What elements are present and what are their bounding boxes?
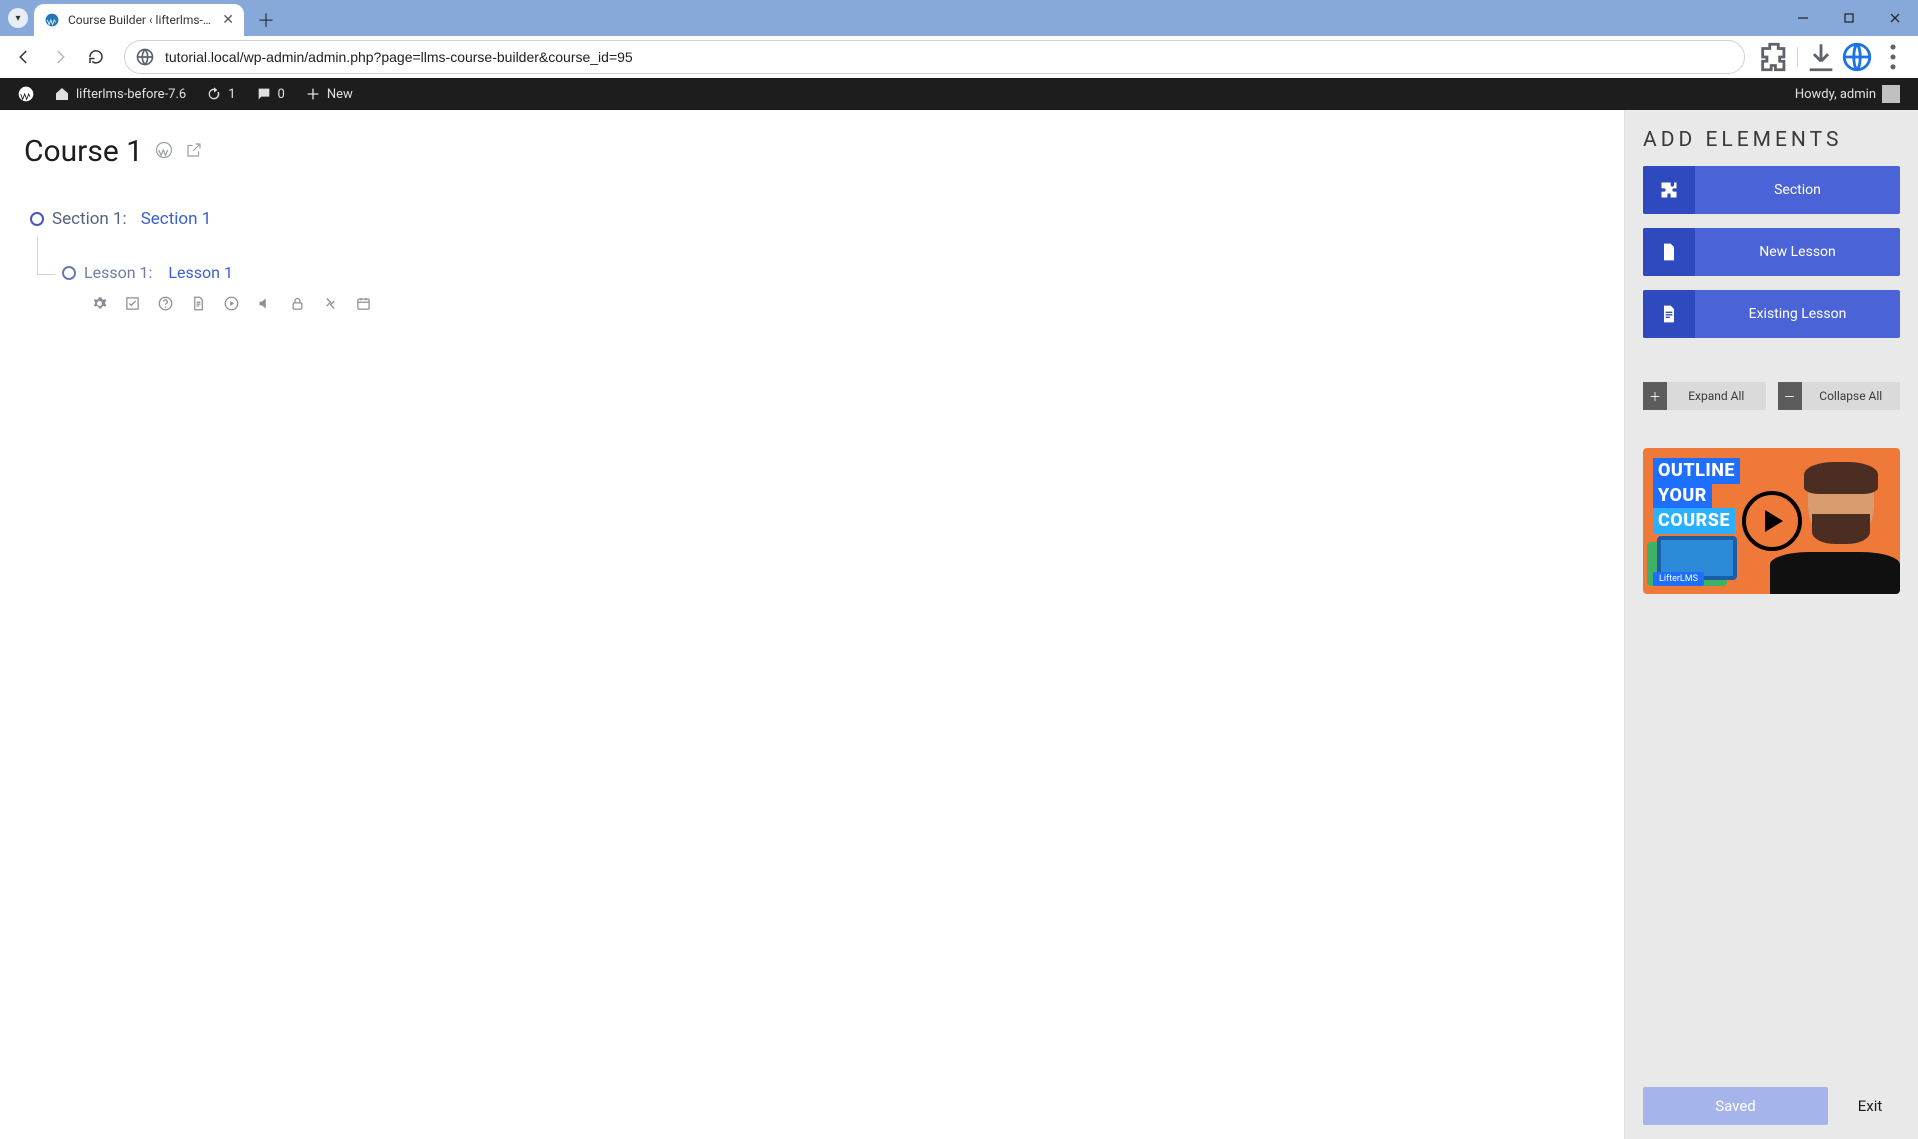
add-new-lesson-button[interactable]: New Lesson — [1643, 228, 1900, 276]
thumb-line3: COURSE — [1653, 508, 1735, 534]
play-circle-icon[interactable] — [224, 296, 239, 311]
tab-search-dropdown[interactable]: ▾ — [8, 8, 28, 28]
browser-tab-active[interactable]: Course Builder ‹ lifterlms-befor ✕ — [34, 4, 244, 36]
avatar — [1882, 85, 1900, 103]
tutorial-video-thumb[interactable]: OUTLINE YOUR COURSE LifterLMS — [1643, 448, 1900, 594]
address-bar[interactable] — [124, 40, 1745, 74]
add-section-button[interactable]: Section — [1643, 166, 1900, 214]
wp-comments-count: 0 — [278, 87, 285, 102]
sidebar-heading: ADD ELEMENTS — [1643, 128, 1900, 152]
browser-tab-strip: ▾ Course Builder ‹ lifterlms-befor ✕ ＋ — [0, 0, 1918, 36]
refresh-icon — [206, 86, 222, 102]
section-row[interactable]: Section 1: Section 1 — [30, 209, 1600, 229]
thumb-badge: LifterLMS — [1653, 572, 1704, 586]
profile-globe-icon[interactable] — [1840, 40, 1874, 74]
exit-button[interactable]: Exit — [1840, 1087, 1900, 1125]
wp-site-link[interactable]: lifterlms-before-7.6 — [44, 78, 196, 110]
audio-icon[interactable] — [257, 296, 272, 311]
lesson-toolbar — [92, 296, 1600, 311]
wp-updates-count: 1 — [228, 87, 235, 102]
file-blank-icon — [1643, 228, 1695, 276]
wp-logo-menu[interactable] — [8, 78, 44, 110]
minus-circle-icon: － — [1778, 382, 1802, 410]
comment-icon — [256, 86, 272, 102]
browser-toolbar — [0, 36, 1918, 78]
nav-back-button[interactable] — [8, 41, 40, 73]
saved-status: Saved — [1643, 1087, 1828, 1125]
window-controls — [1780, 0, 1918, 36]
wp-howdy-text: Howdy, admin — [1795, 87, 1876, 102]
page-content: Course 1 Section 1: Section 1 Lesson 1: … — [0, 110, 1918, 1139]
thumb-line1: OUTLINE — [1653, 458, 1740, 484]
collapse-all-label: Collapse All — [1802, 389, 1901, 403]
extensions-icon[interactable] — [1757, 40, 1791, 74]
window-close-button[interactable] — [1872, 0, 1918, 36]
add-existing-lesson-label: Existing Lesson — [1695, 306, 1900, 322]
new-tab-button[interactable]: ＋ — [252, 6, 280, 34]
toolbar-divider — [1797, 47, 1798, 67]
nav-forward-button[interactable] — [44, 41, 76, 73]
page-title: Course 1 — [24, 134, 143, 169]
section-name[interactable]: Section 1 — [141, 209, 212, 229]
course-tree: Section 1: Section 1 Lesson 1: Lesson 1 — [24, 209, 1600, 311]
checkmark-icon[interactable] — [125, 296, 140, 311]
lesson-prefix: Lesson 1: — [84, 263, 152, 282]
wp-new[interactable]: New — [295, 78, 363, 110]
play-icon — [1742, 491, 1802, 551]
calendar-icon[interactable] — [356, 296, 371, 311]
file-lines-icon — [1643, 290, 1695, 338]
home-icon — [54, 86, 70, 102]
add-existing-lesson-button[interactable]: Existing Lesson — [1643, 290, 1900, 338]
section-prefix: Section 1: — [52, 209, 127, 229]
builder-sidebar: ADD ELEMENTS Section New Lesson Existing… — [1624, 110, 1918, 1139]
add-new-lesson-label: New Lesson — [1695, 244, 1900, 260]
question-icon[interactable] — [158, 296, 173, 311]
expand-all-label: Expand All — [1667, 389, 1766, 403]
lesson-marker-icon — [62, 266, 76, 280]
collapse-all-button[interactable]: － Collapse All — [1778, 382, 1901, 410]
tab-title: Course Builder ‹ lifterlms-befor — [68, 13, 214, 27]
lesson-row[interactable]: Lesson 1: Lesson 1 — [62, 263, 1600, 282]
external-link-icon[interactable] — [185, 141, 203, 163]
section-marker-icon — [30, 212, 44, 226]
window-maximize-button[interactable] — [1826, 0, 1872, 36]
wp-comments[interactable]: 0 — [246, 78, 295, 110]
toolbar-right — [1757, 40, 1910, 74]
lesson-name[interactable]: Lesson 1 — [168, 263, 233, 282]
wp-admin-bar: lifterlms-before-7.6 1 0 New Howdy, admi… — [0, 78, 1918, 110]
plus-circle-icon: ＋ — [1643, 382, 1667, 410]
file-icon[interactable] — [191, 296, 206, 311]
address-input[interactable] — [165, 49, 1734, 65]
plus-icon — [305, 86, 321, 102]
nav-reload-button[interactable] — [80, 41, 112, 73]
expand-all-button[interactable]: ＋ Expand All — [1643, 382, 1766, 410]
wp-new-label: New — [327, 87, 353, 102]
wp-edit-icon[interactable] — [155, 141, 173, 163]
prereq-icon[interactable] — [323, 296, 338, 311]
wp-updates[interactable]: 1 — [196, 78, 245, 110]
downloads-icon[interactable] — [1804, 40, 1838, 74]
tab-close-icon[interactable]: ✕ — [222, 12, 234, 28]
builder-main: Course 1 Section 1: Section 1 Lesson 1: … — [0, 110, 1624, 1139]
thumb-line2: YOUR — [1653, 483, 1712, 509]
favicon-wordpress-icon — [44, 12, 60, 28]
window-minimize-button[interactable] — [1780, 0, 1826, 36]
wp-site-name: lifterlms-before-7.6 — [76, 87, 186, 102]
lock-icon[interactable] — [290, 296, 305, 311]
site-info-icon[interactable] — [135, 47, 155, 67]
settings-icon[interactable] — [92, 296, 107, 311]
wp-howdy[interactable]: Howdy, admin — [1785, 78, 1910, 110]
chrome-menu-icon[interactable] — [1876, 40, 1910, 74]
add-section-label: Section — [1695, 182, 1900, 198]
puzzle-icon — [1643, 166, 1695, 214]
